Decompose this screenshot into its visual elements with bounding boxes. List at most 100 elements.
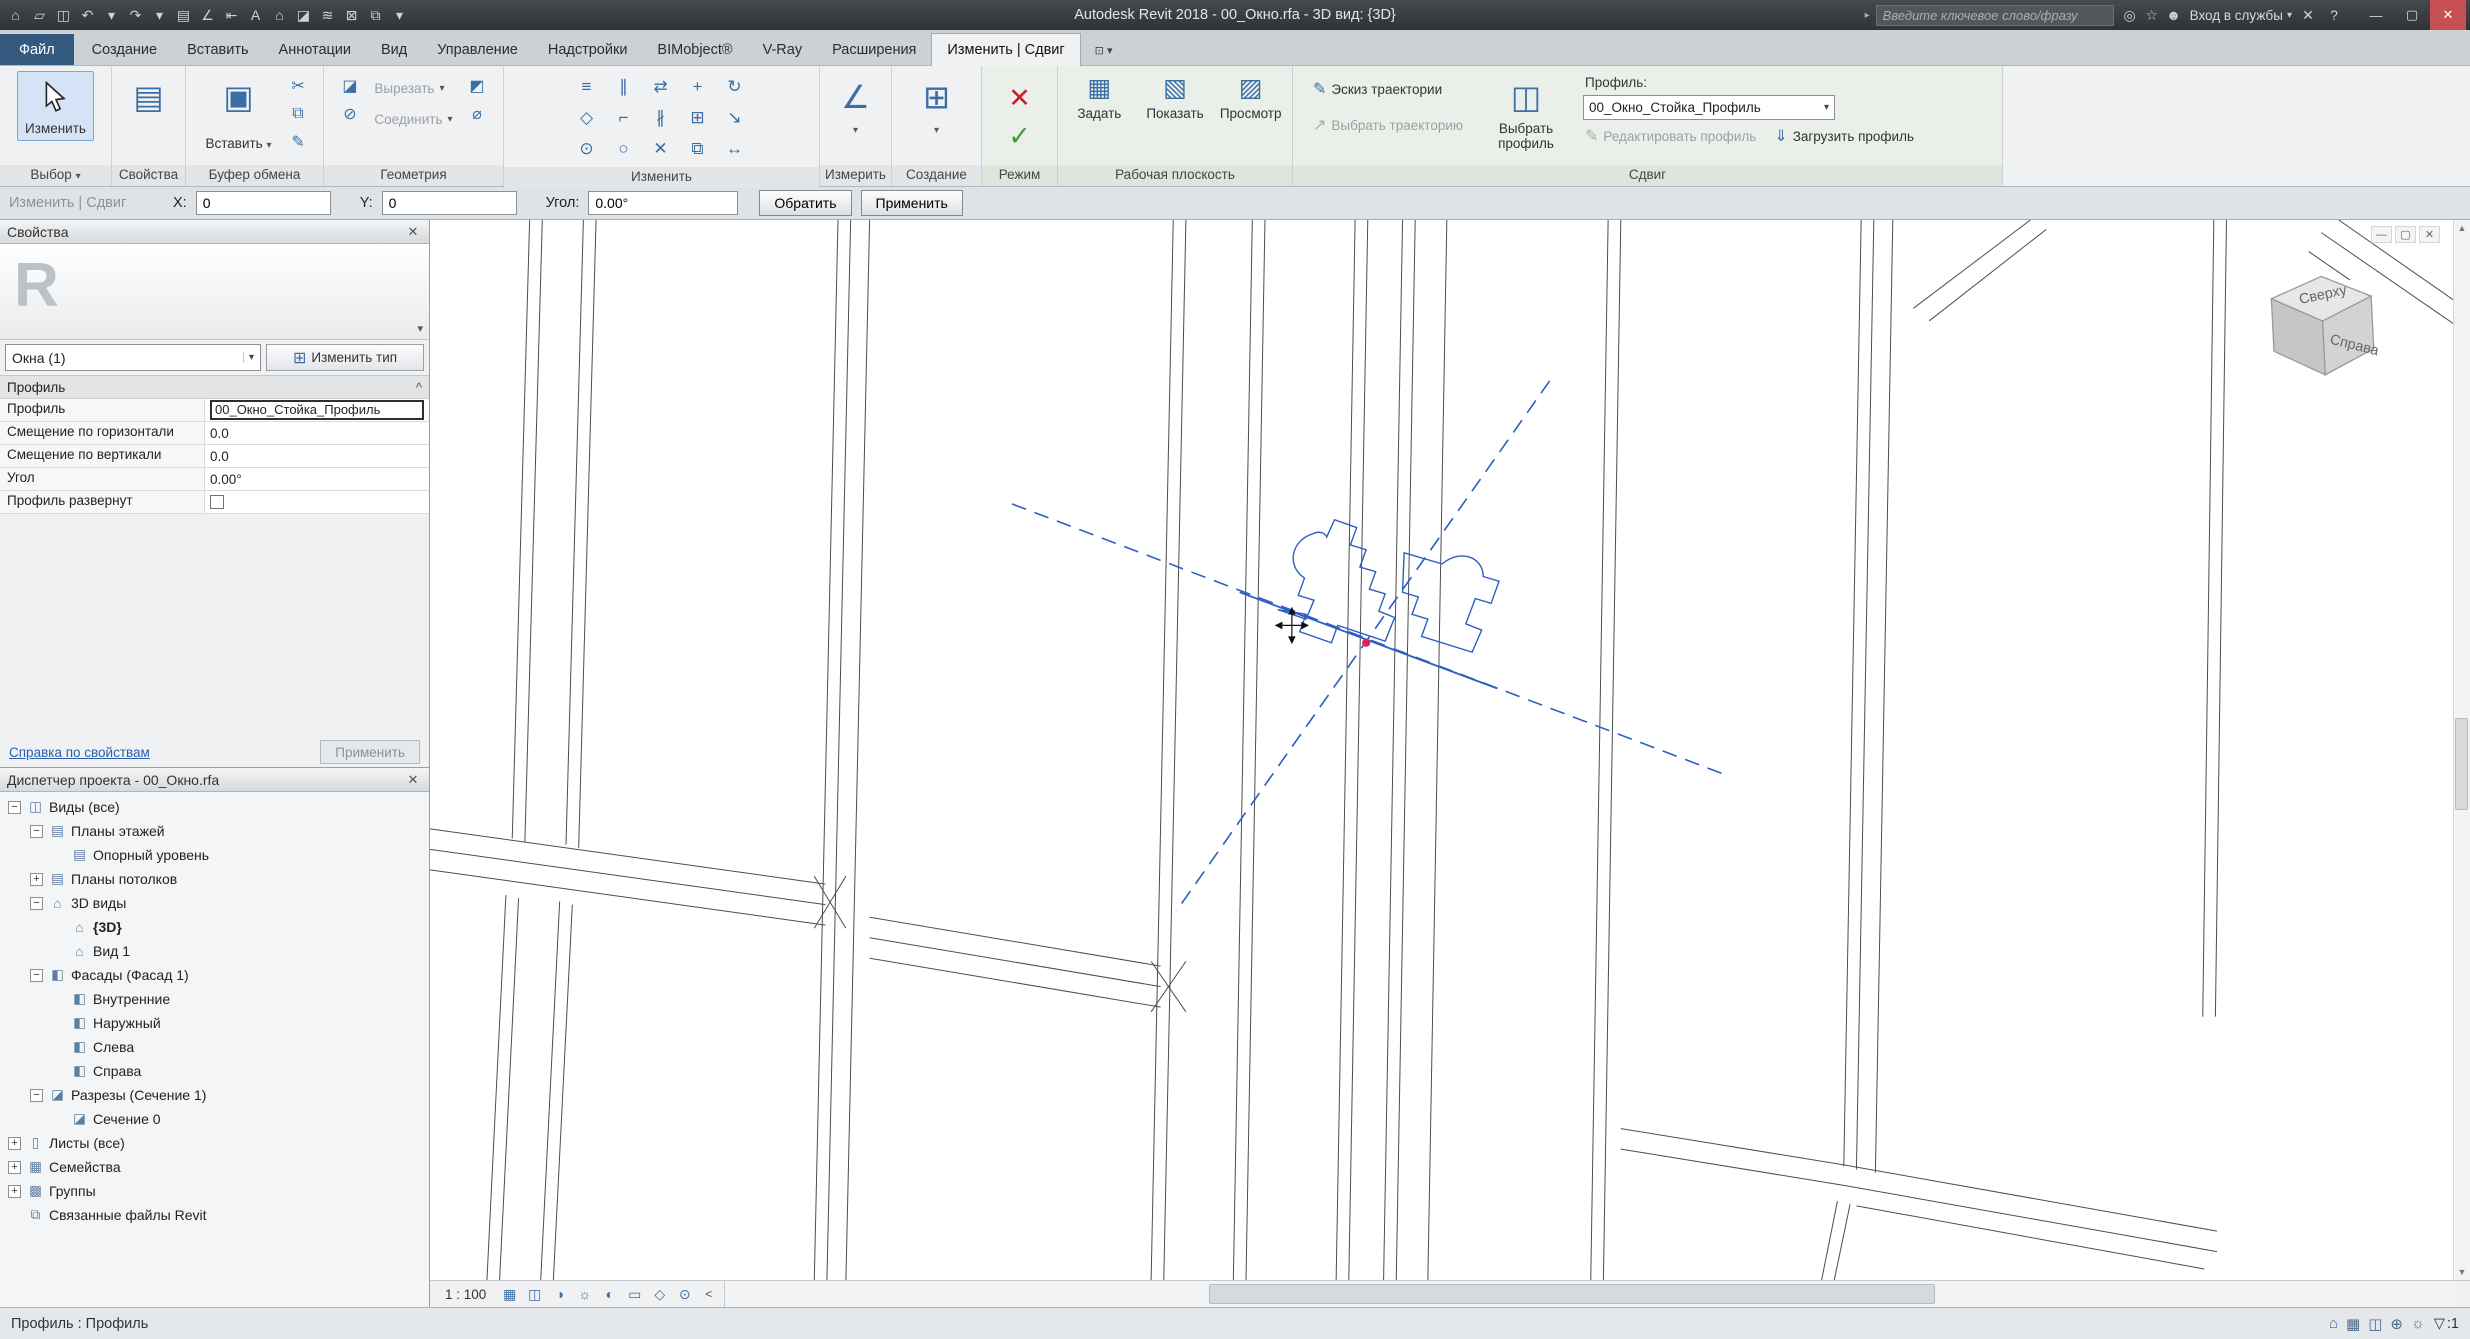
viewbar-tool-icon-0[interactable]: ▦ <box>498 1284 521 1305</box>
open-icon[interactable]: ▱ <box>28 3 51 27</box>
collapse-chevron-icon[interactable]: ^ <box>416 380 422 395</box>
tree-item[interactable]: −◪Разрезы (Сечение 1) <box>0 1083 429 1107</box>
collapse-icon[interactable]: − <box>30 897 43 910</box>
property-value[interactable]: 0.00° <box>205 468 429 490</box>
type-selector-dropdown[interactable]: Окна (1) ▾ <box>5 344 261 371</box>
search-collapse-icon[interactable]: ▸ <box>1865 10 1870 21</box>
tree-item[interactable]: ◪Сечение 0 <box>0 1107 429 1131</box>
viewbar-tool-icon-1[interactable]: ◫ <box>523 1284 546 1305</box>
modify-tool-icon-3[interactable]: + <box>681 73 715 101</box>
tab-вставить[interactable]: Вставить <box>172 34 263 65</box>
view-minimize-button[interactable]: — <box>2371 226 2392 243</box>
measure-button[interactable]: ∠ ▾ <box>833 71 878 143</box>
modify-tool-icon-6[interactable]: ⌐ <box>607 104 641 132</box>
geometry-tool-icon-1[interactable]: ⌀ <box>464 101 491 126</box>
tree-item[interactable]: −⌂3D виды <box>0 891 429 915</box>
modify-tool-icon-12[interactable]: ✕ <box>644 135 678 163</box>
signin-button[interactable]: Вход в службы ▾ <box>2190 8 2292 23</box>
viewbar-tool-icon-4[interactable]: ◐ <box>598 1284 621 1305</box>
chevron-down-icon[interactable]: ▾ <box>417 322 423 335</box>
properties-palette-button[interactable]: ▤ <box>125 71 171 123</box>
minimize-button[interactable]: — <box>2358 0 2394 30</box>
property-value[interactable] <box>205 491 429 513</box>
create-button[interactable]: ⊞ ▾ <box>915 71 958 143</box>
angle-input[interactable] <box>588 191 738 215</box>
switch-windows-icon[interactable]: ⧉ <box>364 3 387 27</box>
modify-tool-icon-0[interactable]: ≡ <box>570 73 604 101</box>
maximize-button[interactable]: ▢ <box>2394 0 2430 30</box>
qat-dropdown-icon[interactable]: ▾ <box>388 3 411 27</box>
home-icon[interactable]: ⌂ <box>4 3 27 27</box>
aligned-dimension-icon[interactable]: ⇤ <box>220 3 243 27</box>
property-value[interactable]: 00_Окно_Стойка_Профиль <box>205 399 429 421</box>
panel-label-select[interactable]: Выбор ▾ <box>0 165 111 186</box>
tab-расширения[interactable]: Расширения <box>817 34 931 65</box>
expand-icon[interactable]: + <box>8 1137 21 1150</box>
statusbar-tool-icon-1[interactable]: ▦ <box>2346 1315 2360 1333</box>
viewbar-tool-icon-5[interactable]: ▭ <box>623 1284 646 1305</box>
modify-tool-icon-8[interactable]: ⊞ <box>681 104 715 132</box>
workplane-button-задать[interactable]: ▦Задать <box>1064 71 1135 125</box>
tree-item[interactable]: ▤Опорный уровень <box>0 843 429 867</box>
undo-icon[interactable]: ↶ <box>76 3 99 27</box>
collapse-icon[interactable]: − <box>30 969 43 982</box>
tab-v-ray[interactable]: V-Ray <box>748 34 818 65</box>
tree-item[interactable]: ◧Справа <box>0 1059 429 1083</box>
checkbox[interactable] <box>210 495 224 509</box>
workplane-button-просмотр[interactable]: ▨Просмотр <box>1215 71 1286 125</box>
drawing-area[interactable]: Сверху Справа — ▢ ✕ ▲ ▼ <box>430 220 2470 1307</box>
viewbar-tool-icon-3[interactable]: ☼ <box>573 1284 596 1305</box>
close-icon[interactable]: ✕ <box>404 224 422 240</box>
select-profile-button[interactable]: ◫ Выбрать профиль <box>1483 71 1569 156</box>
tab-файл[interactable]: Файл <box>0 34 74 65</box>
tab-изменить-|-сдвиг[interactable]: Изменить | Сдвиг <box>931 33 1080 66</box>
load-profile-button[interactable]: ⇓ Загрузить профиль <box>1772 125 1916 147</box>
autodesk-360-icon[interactable]: ✕ <box>2298 7 2318 24</box>
panel-label-modify[interactable]: Изменить <box>504 167 819 187</box>
property-value[interactable]: 0.0 <box>205 422 429 444</box>
tab-создание[interactable]: Создание <box>77 34 172 65</box>
cut-geometry-button[interactable]: Вырезать▾ <box>368 77 458 100</box>
parameter-group-header[interactable]: Профиль ^ <box>0 376 429 399</box>
ribbon-display-toggle[interactable]: ⊡ ▾ <box>1089 36 1119 65</box>
geometry-tool-icon-0[interactable]: ◩ <box>464 73 491 98</box>
tree-item[interactable]: −▤Планы этажей <box>0 819 429 843</box>
tree-item[interactable]: ◧Внутренние <box>0 987 429 1011</box>
tree-item[interactable]: +▤Планы потолков <box>0 867 429 891</box>
text-icon[interactable]: A <box>244 3 267 27</box>
vertical-scrollbar[interactable]: ▲ ▼ <box>2453 220 2470 1280</box>
x-input[interactable] <box>196 191 331 215</box>
sweep-profile-sketch[interactable] <box>1403 553 1499 652</box>
help-icon[interactable]: ? <box>2324 7 2344 23</box>
tree-item[interactable]: −◧Фасады (Фасад 1) <box>0 963 429 987</box>
tab-управление[interactable]: Управление <box>422 34 533 65</box>
modify-tool-icon-11[interactable]: ○ <box>607 135 641 163</box>
sweep-axis-dashed-line[interactable] <box>1012 504 1727 775</box>
section-icon[interactable]: ◪ <box>292 3 315 27</box>
properties-help-link[interactable]: Справка по свойствам <box>9 745 150 760</box>
favorites-icon[interactable]: ☆ <box>2142 7 2162 24</box>
profile-origin-point[interactable] <box>1362 639 1370 647</box>
modify-tool-icon-2[interactable]: ⇄ <box>644 73 678 101</box>
viewbar-collapse-icon[interactable]: < <box>700 1287 717 1301</box>
geometry-tool-icon-0[interactable]: ◪ <box>336 73 363 98</box>
cancel-edit-mode-button[interactable]: ✕ <box>997 80 1043 116</box>
modify-tool-icon-13[interactable]: ⧉ <box>681 135 715 163</box>
tree-item[interactable]: ⌂{3D} <box>0 915 429 939</box>
expand-icon[interactable]: + <box>8 1185 21 1198</box>
tree-item[interactable]: ◧Наружный <box>0 1011 429 1035</box>
profile-value-input[interactable]: 00_Окно_Стойка_Профиль <box>210 400 424 420</box>
scroll-down-icon[interactable]: ▼ <box>2458 1264 2467 1280</box>
viewbar-tool-icon-7[interactable]: ⊙ <box>673 1284 696 1305</box>
profile-dropdown[interactable]: 00_Окно_Стойка_Профиль ▾ <box>1583 95 1835 120</box>
scale-button[interactable]: 1 : 100 <box>437 1284 494 1305</box>
selection-filter[interactable]: ▽ :1 <box>2434 1316 2459 1332</box>
horizontal-scrollbar[interactable] <box>724 1281 2453 1307</box>
apply-button[interactable]: Применить <box>861 190 963 216</box>
thin-lines-icon[interactable]: ≋ <box>316 3 339 27</box>
modify-tool-icon-9[interactable]: ↘ <box>718 104 752 132</box>
clipboard-tool-icon-0[interactable]: ✂ <box>285 73 312 98</box>
edit-type-button[interactable]: ⊞ Изменить тип <box>266 344 424 371</box>
workplane-button-показать[interactable]: ▧Показать <box>1140 71 1211 125</box>
tab-надстройки[interactable]: Надстройки <box>533 34 643 65</box>
